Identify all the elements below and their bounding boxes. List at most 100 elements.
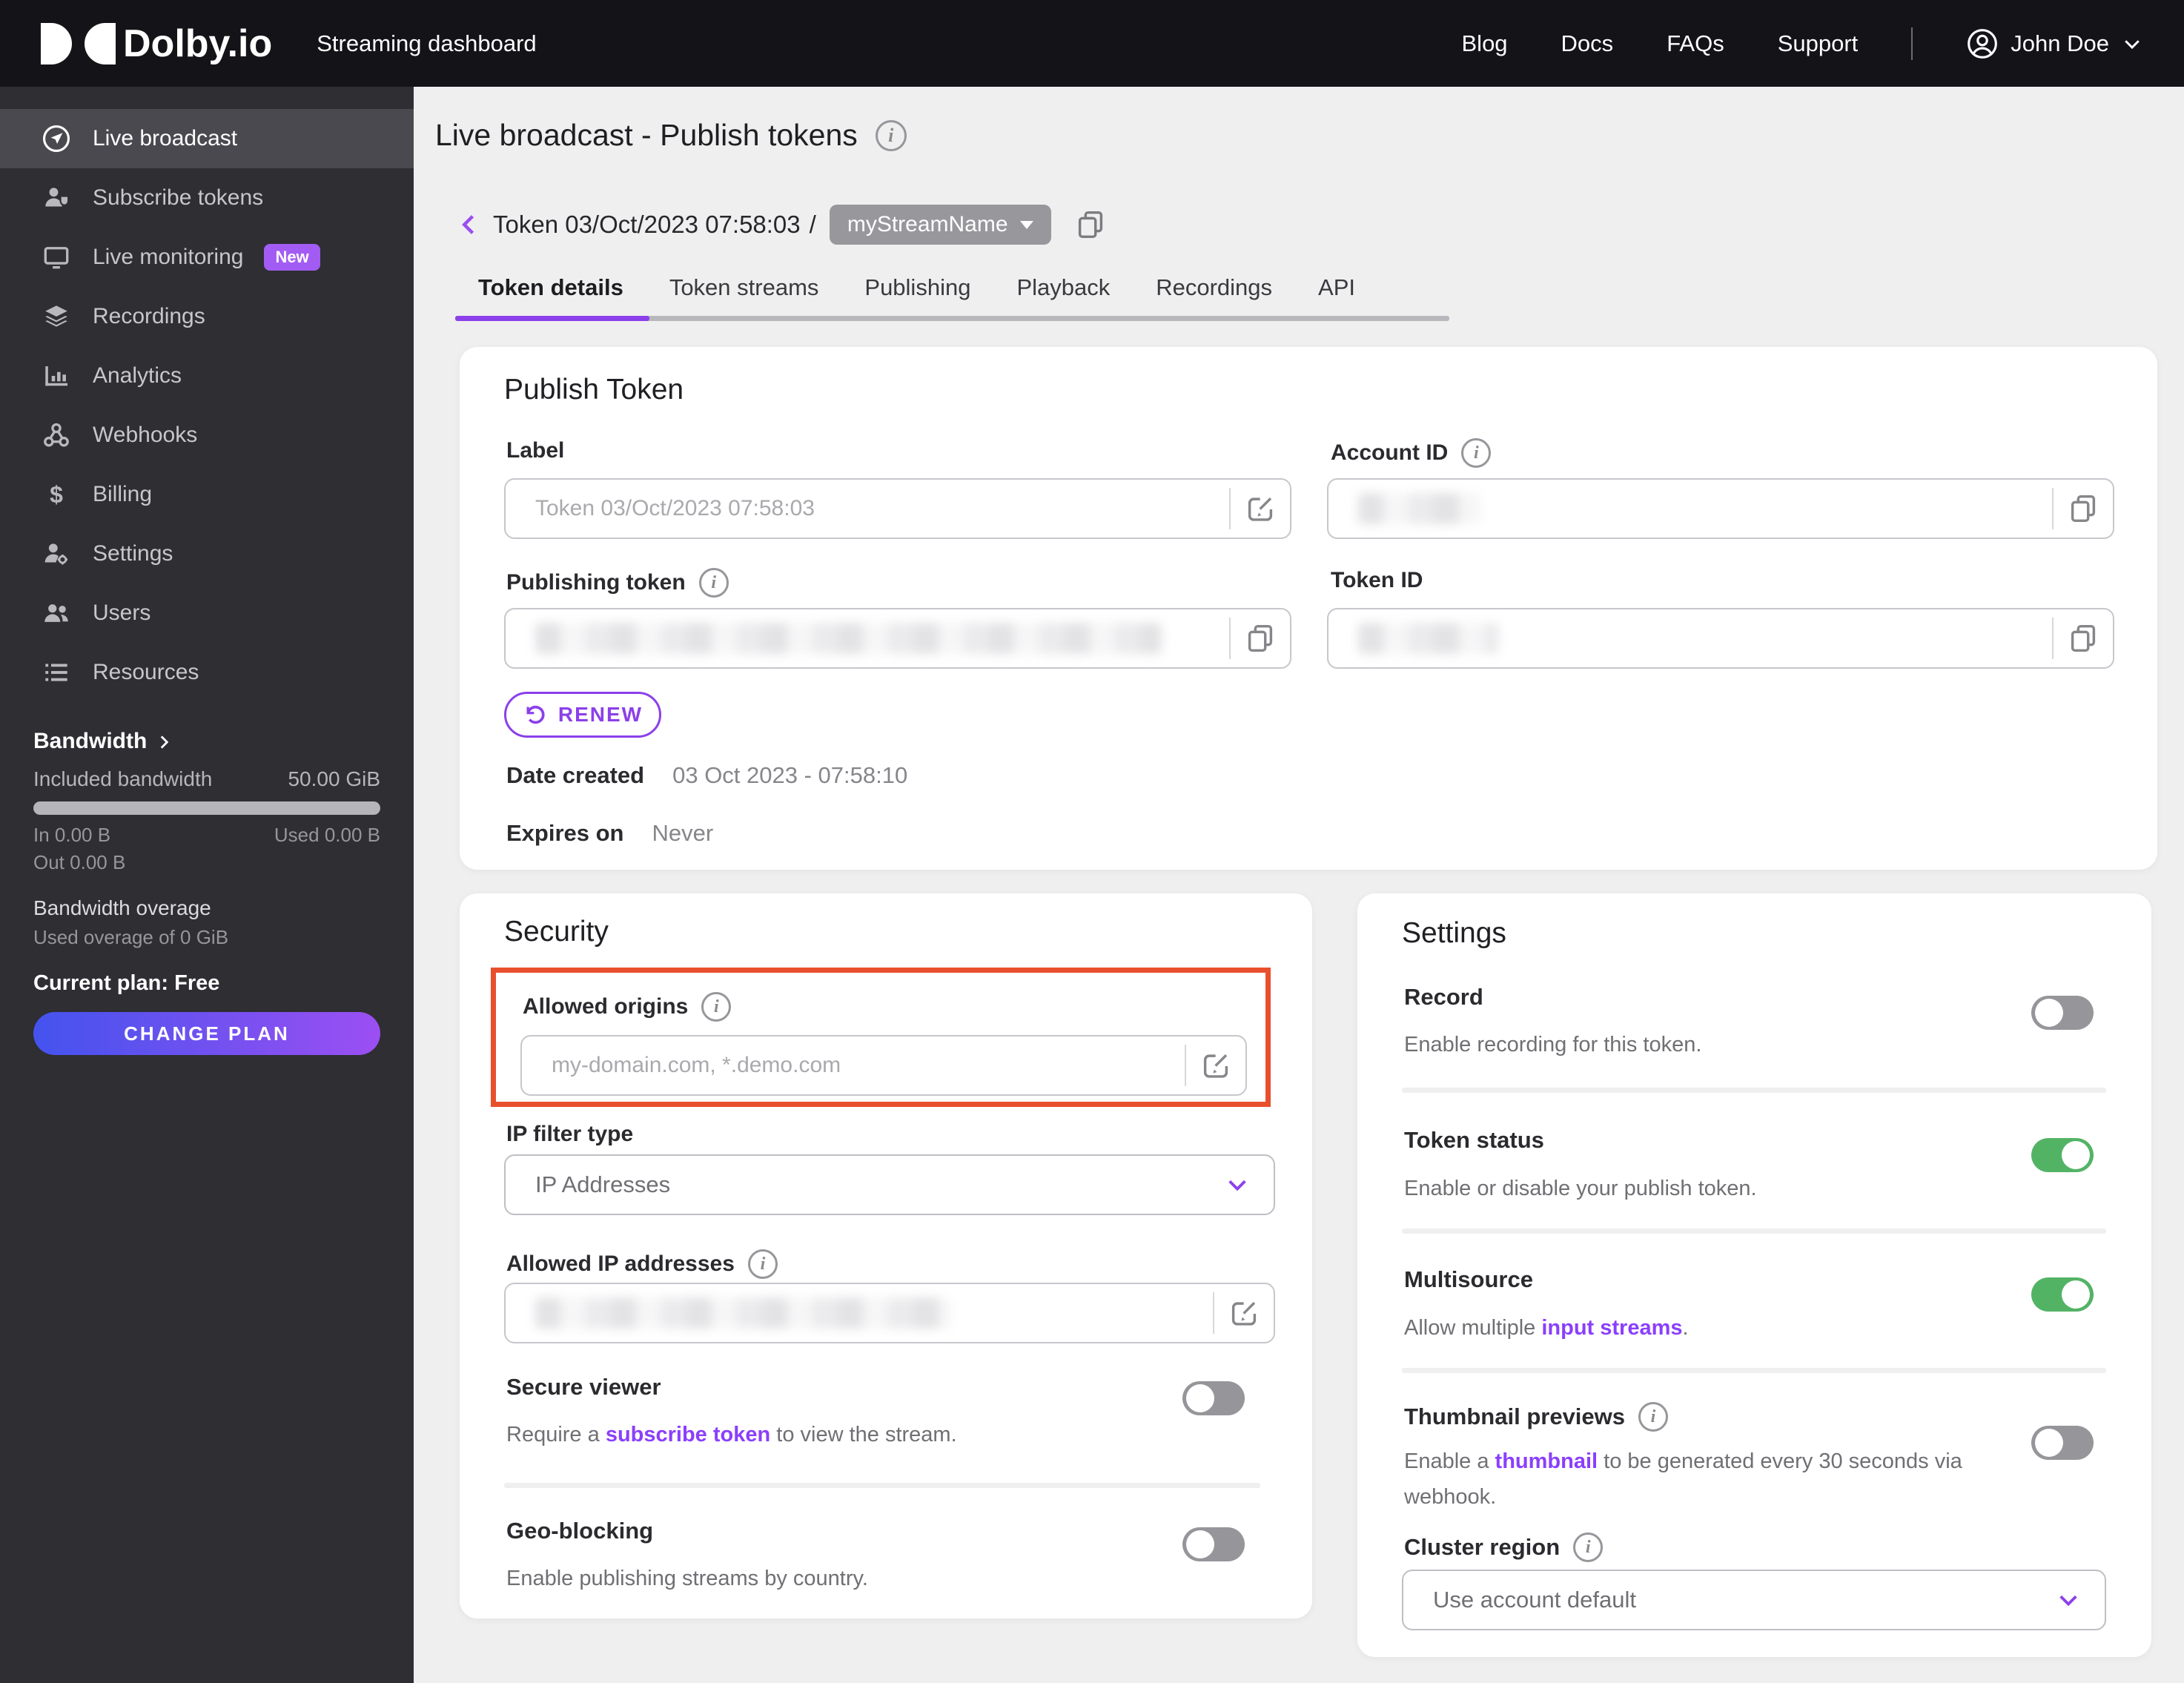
ip-filter-type-label: IP filter type xyxy=(506,1122,634,1146)
subscribe-token-link[interactable]: subscribe token xyxy=(606,1423,770,1446)
refresh-icon xyxy=(526,705,545,724)
breadcrumb-token-name[interactable]: Token 03/Oct/2023 07:58:03 xyxy=(493,211,801,239)
multisource-label: Multisource xyxy=(1404,1266,1533,1292)
bandwidth-title[interactable]: Bandwidth xyxy=(33,729,380,754)
copy-account-id-icon[interactable] xyxy=(2054,480,2113,538)
publishing-token-info-icon[interactable]: i xyxy=(698,568,729,598)
sidebar-item-recordings[interactable]: Recordings xyxy=(0,287,414,346)
users-icon xyxy=(41,598,72,629)
nav-faqs[interactable]: FAQs xyxy=(1667,30,1724,57)
change-plan-button[interactable]: CHANGE PLAN xyxy=(33,1012,380,1055)
page-title-info-icon[interactable]: i xyxy=(875,119,907,151)
settings-card: Settings Record Enable recording for thi… xyxy=(1357,893,2151,1657)
copy-token-id-icon[interactable] xyxy=(2054,609,2113,667)
thumbnail-previews-toggle[interactable] xyxy=(2031,1426,2094,1460)
geo-blocking-toggle[interactable] xyxy=(1182,1527,1245,1561)
token-status-label: Token status xyxy=(1404,1127,1544,1153)
edit-allowed-ip-icon[interactable] xyxy=(1214,1284,1274,1342)
nav-blog[interactable]: Blog xyxy=(1462,30,1508,57)
edit-label-icon[interactable] xyxy=(1231,480,1290,538)
label-input[interactable] xyxy=(506,496,1229,521)
secure-viewer-toggle[interactable] xyxy=(1182,1381,1245,1415)
dolby-logo[interactable]: Dolby.io xyxy=(41,20,272,67)
user-menu[interactable]: John Doe xyxy=(1966,27,2143,60)
tab-bar: Token details Token streams Publishing P… xyxy=(455,274,1378,301)
bandwidth-overage-sub: Used overage of 0 GiB xyxy=(33,926,229,948)
allowed-ip-addresses-field xyxy=(504,1283,1275,1343)
user-name: John Doe xyxy=(2011,30,2109,56)
sidebar-item-webhooks[interactable]: Webhooks xyxy=(0,406,414,465)
sidebar-item-label: Settings xyxy=(93,541,173,566)
edit-allowed-origins-icon[interactable] xyxy=(1186,1036,1245,1094)
expires-on-value: Never xyxy=(652,820,714,846)
multisource-toggle[interactable] xyxy=(2031,1277,2094,1312)
settings-person-icon xyxy=(41,538,72,569)
nav-support[interactable]: Support xyxy=(1778,30,1859,57)
record-toggle[interactable] xyxy=(2031,996,2094,1030)
cluster-region-value: Use account default xyxy=(1433,1587,1637,1613)
header-divider xyxy=(1911,27,1913,60)
bandwidth-progressbar xyxy=(33,801,380,815)
stream-name-dropdown[interactable]: myStreamName xyxy=(829,205,1051,245)
thumbnail-previews-label: Thumbnail previews i xyxy=(1404,1402,1669,1432)
sidebar: Live broadcast Subscribe tokens Live mon… xyxy=(0,87,414,1683)
back-chevron-icon[interactable] xyxy=(456,207,483,242)
settings-heading: Settings xyxy=(1402,917,1506,949)
sidebar-item-label: Recordings xyxy=(93,304,205,328)
date-created-value: 03 Oct 2023 - 07:58:10 xyxy=(672,762,908,788)
cluster-region-label: Cluster region i xyxy=(1404,1532,1604,1562)
tab-recordings[interactable]: Recordings xyxy=(1133,274,1295,301)
resources-icon xyxy=(41,657,72,688)
tab-token-details[interactable]: Token details xyxy=(455,274,646,301)
thumbnail-link[interactable]: thumbnail xyxy=(1495,1449,1598,1473)
divider xyxy=(1402,1088,2106,1093)
sidebar-item-subscribe-tokens[interactable]: Subscribe tokens xyxy=(0,168,414,228)
sidebar-item-settings[interactable]: Settings xyxy=(0,524,414,583)
stream-name-label: myStreamName xyxy=(847,212,1008,237)
copy-stream-name-icon[interactable] xyxy=(1073,208,1108,242)
sidebar-item-analytics[interactable]: Analytics xyxy=(0,346,414,406)
publishing-token-label: Publishing token i xyxy=(506,568,729,598)
bandwidth-in: In 0.00 B xyxy=(33,824,111,846)
token-id-field xyxy=(1327,608,2114,669)
tab-playback[interactable]: Playback xyxy=(993,274,1133,301)
app-title: Streaming dashboard xyxy=(317,30,537,56)
account-id-redacted-value xyxy=(1358,493,1480,524)
tab-api[interactable]: API xyxy=(1295,274,1378,301)
label-field xyxy=(504,478,1291,539)
token-status-toggle[interactable] xyxy=(2031,1138,2094,1172)
sidebar-item-users[interactable]: Users xyxy=(0,583,414,643)
breadcrumb-separator: / xyxy=(809,211,816,238)
main-content: Live broadcast - Publish tokens i Token … xyxy=(414,87,2184,1683)
allowed-origins-highlight-box: Allowed origins i xyxy=(491,968,1271,1107)
input-streams-link[interactable]: input streams xyxy=(1541,1316,1682,1340)
account-id-field xyxy=(1327,478,2114,539)
thumbnail-previews-info-icon[interactable]: i xyxy=(1638,1402,1669,1432)
allowed-ip-addresses-info-icon[interactable]: i xyxy=(747,1249,778,1279)
allowed-origins-field xyxy=(520,1035,1247,1096)
cluster-region-info-icon[interactable]: i xyxy=(1573,1532,1604,1562)
sidebar-item-label: Live broadcast xyxy=(93,126,238,151)
token-id-redacted-value xyxy=(1358,623,1499,654)
dolby-double-d-icon xyxy=(41,20,116,67)
page-title: Live broadcast - Publish tokens i xyxy=(435,118,907,153)
cluster-region-select[interactable]: Use account default xyxy=(1402,1570,2106,1630)
account-id-info-icon[interactable]: i xyxy=(1461,438,1492,468)
included-bandwidth-label: Included bandwidth xyxy=(33,767,213,790)
tab-publishing[interactable]: Publishing xyxy=(841,274,993,301)
sidebar-item-live-broadcast[interactable]: Live broadcast xyxy=(0,109,414,168)
allowed-origins-info-icon[interactable]: i xyxy=(701,992,732,1022)
sidebar-item-resources[interactable]: Resources xyxy=(0,643,414,702)
ip-filter-type-select[interactable]: IP Addresses xyxy=(504,1154,1275,1215)
allowed-origins-input[interactable] xyxy=(522,1053,1185,1078)
sidebar-item-billing[interactable]: $ Billing xyxy=(0,465,414,524)
token-id-label: Token ID xyxy=(1331,568,1423,592)
sidebar-item-live-monitoring[interactable]: Live monitoring New xyxy=(0,228,414,287)
chevron-down-icon xyxy=(2121,33,2143,55)
live-broadcast-icon xyxy=(41,122,72,155)
tab-token-streams[interactable]: Token streams xyxy=(646,274,842,301)
copy-publishing-token-icon[interactable] xyxy=(1231,609,1290,667)
renew-button[interactable]: RENEW xyxy=(504,692,661,738)
nav-docs[interactable]: Docs xyxy=(1561,30,1614,57)
thumbnail-previews-desc: Enable a thumbnail to be generated every… xyxy=(1404,1449,1962,1509)
